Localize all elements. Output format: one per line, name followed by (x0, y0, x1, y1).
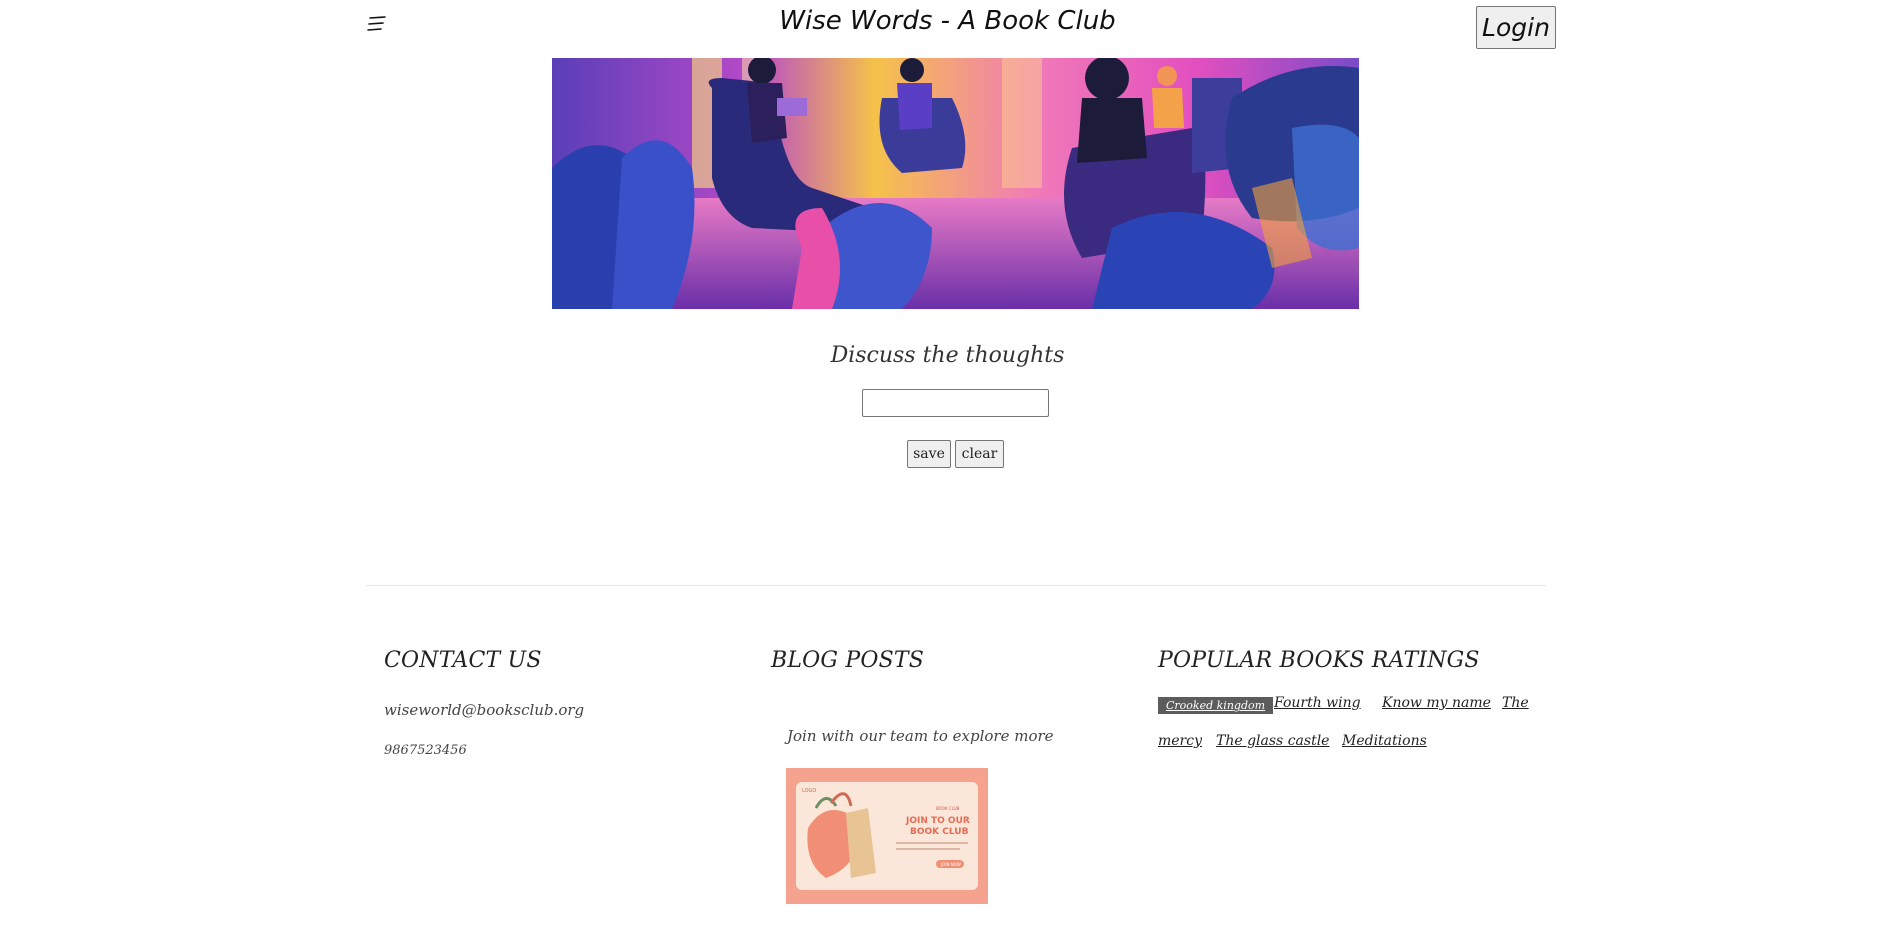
contact-email: wiseworld@booksclub.org (384, 701, 585, 719)
tag-the[interactable]: The (1502, 695, 1529, 711)
login-button[interactable]: Login (1476, 6, 1556, 49)
popular-heading: POPULAR BOOKS RATINGS (1158, 648, 1480, 673)
footer-divider (366, 585, 1546, 586)
save-button[interactable]: save (907, 440, 951, 468)
thumb-badge: BOOK CLUB (936, 806, 960, 811)
discuss-input[interactable] (862, 389, 1049, 417)
clear-button[interactable]: clear (955, 440, 1004, 468)
tag-know-my-name[interactable]: Know my name (1382, 695, 1491, 711)
thumb-button: JOIN NOW (940, 862, 961, 867)
blog-text: Join with our team to explore more (787, 727, 1054, 745)
tag-the-glass-castle[interactable]: The glass castle (1216, 733, 1329, 749)
site-title: Wise Words - A Book Club (779, 6, 1116, 36)
hamburger-menu-icon[interactable] (366, 13, 388, 35)
thumb-headline-2: BOOK CLUB (910, 827, 969, 837)
hero-image (552, 58, 1359, 309)
blog-thumbnail-image[interactable]: LOGO BOOK CLUB JOIN TO OUR BOOK CLUB JOI… (786, 768, 988, 904)
thumb-headline-1: JOIN TO OUR (905, 816, 970, 826)
tag-meditations[interactable]: Meditations (1342, 733, 1427, 749)
contact-heading: CONTACT US (384, 648, 542, 673)
blog-heading: BLOG POSTS (771, 648, 925, 673)
tag-fourth-wing[interactable]: Fourth wing (1274, 695, 1361, 711)
discuss-heading: Discuss the thoughts (830, 343, 1065, 368)
thumb-logo: LOGO (802, 788, 816, 794)
tag-mercy[interactable]: mercy (1158, 733, 1202, 749)
contact-phone: 9867523456 (384, 743, 467, 758)
tag-crooked-kingdom[interactable]: Crooked kingdom (1158, 697, 1274, 714)
